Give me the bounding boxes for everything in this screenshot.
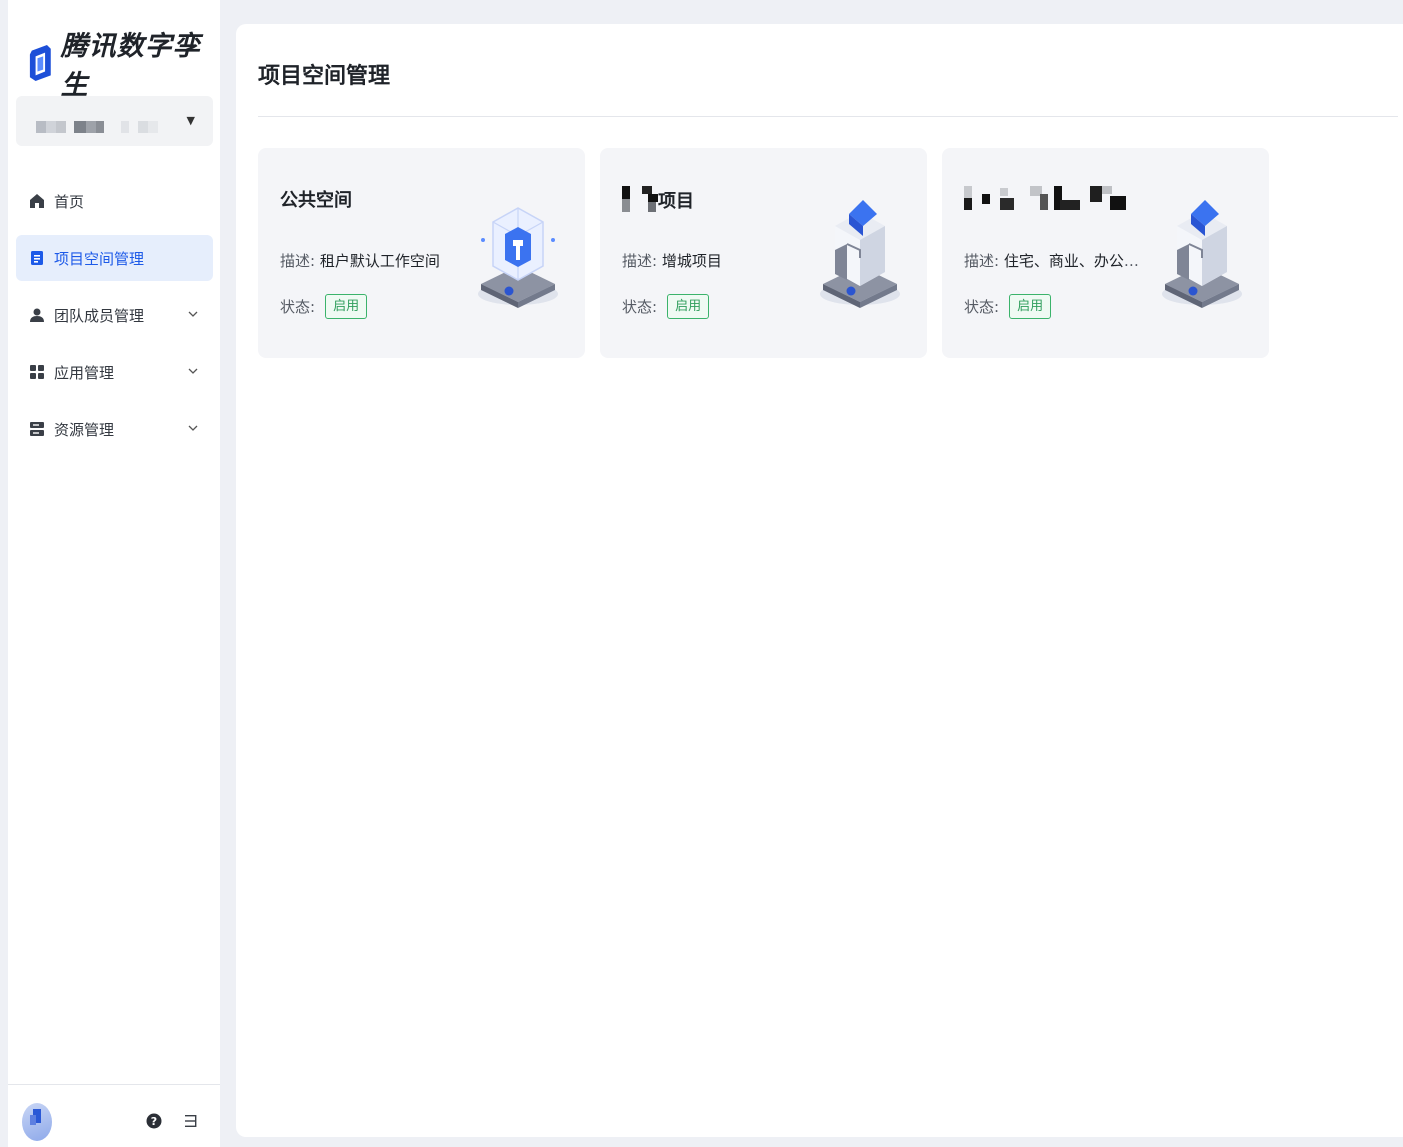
sidebar-item-apps[interactable]: 应用管理 (16, 349, 213, 395)
sidebar-item-label: 团队成员管理 (54, 306, 145, 325)
status-badge: 启用 (325, 294, 368, 319)
collapse-menu-icon[interactable] (183, 1113, 199, 1129)
card-status: 状态: 启用 (280, 294, 368, 319)
desc-label: 描述: (280, 252, 316, 270)
sidebar-item-project-space[interactable]: 项目空间管理 (16, 235, 213, 281)
desc-label: 描述: (622, 252, 658, 270)
project-space-card[interactable]: 公共空间 描述: 租户默认工作空间 状态: 启用 (258, 148, 585, 358)
sidebar-footer: ? (8, 1084, 220, 1147)
redacted-title (622, 186, 658, 212)
status-label: 状态: (964, 298, 1000, 316)
help-icon[interactable]: ? (146, 1113, 162, 1129)
status-label: 状态: (622, 298, 658, 316)
desc-label: 描述: (964, 252, 1000, 270)
project-space-card[interactable]: 描述: 住宅、商业、办公楼... 状态: 启用 (942, 148, 1269, 358)
main-panel: 项目空间管理 公共空间 描述: 租户默认工作空间 状态: 启用 项目 描述: 增… (236, 24, 1403, 1137)
card-title: 公共空间 (280, 190, 352, 211)
project-space-card[interactable]: 项目 描述: 增城项目 状态: 启用 (600, 148, 927, 358)
page-title: 项目空间管理 (258, 64, 391, 89)
header-divider (258, 116, 1398, 117)
sidebar: 腾讯数字孪生 ▼ 首页 项目空间管理 团队成员管理 应用管理 资源管理 ? (8, 0, 220, 1147)
building-block-icon (820, 200, 900, 308)
brand-logo-icon (29, 44, 51, 82)
sidebar-item-home[interactable]: 首页 (16, 178, 213, 224)
sidebar-item-label: 应用管理 (54, 363, 115, 382)
chevron-down-icon (188, 368, 198, 374)
desc-value: 增城项目 (661, 252, 722, 270)
card-description: 描述: 增城项目 (622, 250, 722, 271)
card-status: 状态: 启用 (964, 294, 1052, 319)
chevron-down-icon (188, 311, 198, 317)
sidebar-item-team[interactable]: 团队成员管理 (16, 292, 213, 338)
project-space-list: 公共空间 描述: 租户默认工作空间 状态: 启用 项目 描述: 增城项目 状态:… (258, 148, 1269, 358)
grid-icon (29, 364, 45, 380)
building-block-icon (1162, 200, 1242, 308)
cube-frame-icon (478, 207, 558, 308)
sidebar-nav: 首页 项目空间管理 团队成员管理 应用管理 资源管理 (16, 178, 213, 463)
status-label: 状态: (280, 298, 316, 316)
document-icon (29, 250, 45, 266)
server-icon (29, 421, 45, 437)
card-description: 描述: 住宅、商业、办公楼... (964, 250, 1144, 271)
card-description: 描述: 租户默认工作空间 (280, 250, 440, 271)
status-badge: 启用 (667, 294, 710, 319)
redacted-title (964, 186, 1126, 210)
card-title (964, 186, 1130, 212)
sidebar-item-label: 首页 (54, 192, 85, 211)
svg-text:?: ? (151, 1115, 157, 1128)
sidebar-item-label: 项目空间管理 (54, 249, 145, 268)
sidebar-item-label: 资源管理 (54, 420, 115, 439)
brand-logo[interactable]: 腾讯数字孪生 (28, 24, 220, 102)
home-icon (29, 193, 45, 209)
organization-select[interactable]: ▼ (16, 96, 213, 146)
sidebar-item-resources[interactable]: 资源管理 (16, 406, 213, 452)
card-title: 项目 (622, 186, 694, 213)
avatar[interactable] (22, 1103, 52, 1141)
caret-down-icon: ▼ (186, 114, 195, 127)
brand-name: 腾讯数字孪生 (60, 31, 201, 101)
desc-value: 住宅、商业、办公楼... (1003, 252, 1144, 270)
redacted-org-name (36, 118, 176, 133)
card-status: 状态: 启用 (622, 294, 710, 319)
status-badge: 启用 (1009, 294, 1052, 319)
desc-value: 租户默认工作空间 (319, 252, 440, 270)
chevron-down-icon (188, 425, 198, 431)
user-icon (29, 307, 45, 323)
